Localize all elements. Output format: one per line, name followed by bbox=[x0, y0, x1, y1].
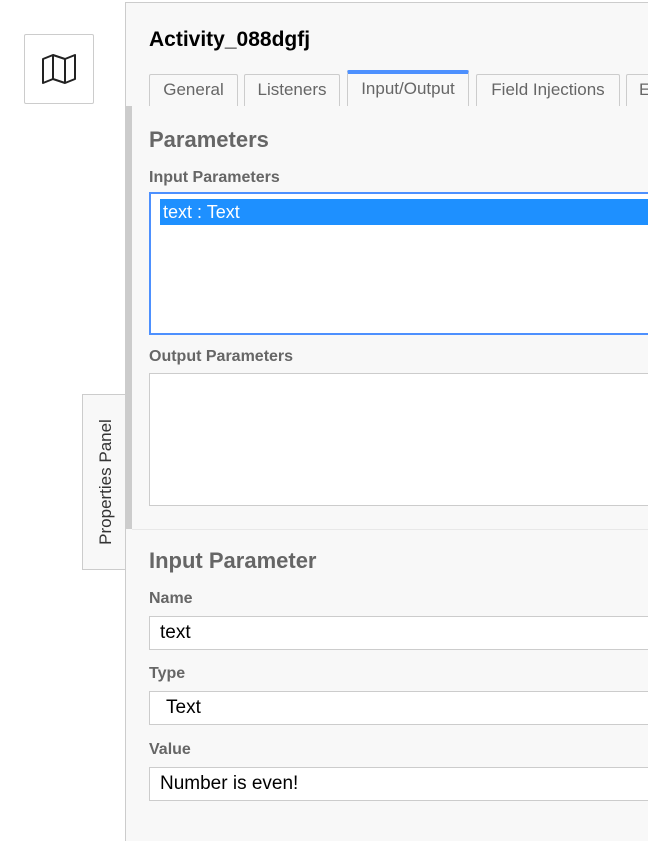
value-label: Value bbox=[149, 741, 191, 758]
minimap-toggle-button[interactable] bbox=[24, 34, 94, 104]
properties-panel-toggle[interactable]: Properties Panel bbox=[82, 394, 128, 570]
input-parameters-list[interactable]: text : Text bbox=[149, 192, 648, 335]
output-parameters-label: Output Parameters bbox=[149, 348, 294, 365]
element-title: Activity_088dgfj bbox=[149, 28, 311, 51]
name-input[interactable]: text bbox=[149, 616, 648, 650]
type-select[interactable]: Text bbox=[149, 691, 648, 725]
value-input[interactable]: Number is even! bbox=[149, 767, 648, 801]
properties-panel: Activity_088dgfj General Listeners Input… bbox=[125, 2, 648, 841]
input-parameter-heading: Input Parameter bbox=[149, 548, 317, 573]
input-parameters-label: Input Parameters bbox=[149, 169, 280, 186]
properties-panel-toggle-label: Properties Panel bbox=[95, 419, 115, 545]
tab-field-injections[interactable]: Field Injections bbox=[476, 74, 620, 106]
tab-bar: General Listeners Input/Output Field Inj… bbox=[149, 70, 648, 106]
tab-input-output[interactable]: Input/Output bbox=[347, 70, 469, 106]
panel-scroll-indicator bbox=[126, 106, 132, 529]
parameters-heading: Parameters bbox=[149, 127, 269, 152]
output-parameters-list[interactable] bbox=[149, 373, 648, 506]
map-icon bbox=[42, 54, 76, 84]
name-label: Name bbox=[149, 590, 193, 607]
section-divider bbox=[132, 529, 648, 530]
tab-general[interactable]: General bbox=[149, 74, 238, 106]
tab-listeners[interactable]: Listeners bbox=[244, 74, 340, 106]
type-label: Type bbox=[149, 665, 186, 682]
input-parameter-option[interactable]: text : Text bbox=[160, 199, 648, 225]
tab-extensions[interactable]: E bbox=[626, 74, 648, 106]
